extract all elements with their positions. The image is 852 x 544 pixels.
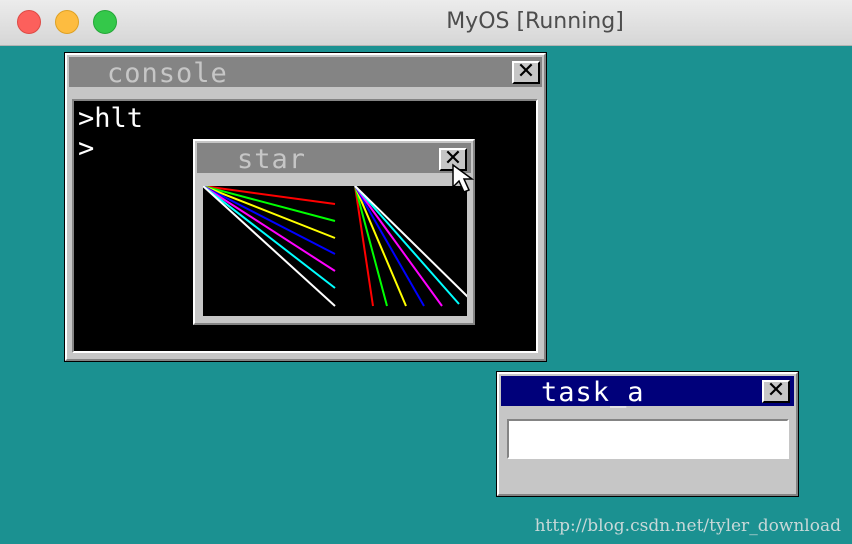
console-line-2: > [78, 133, 95, 164]
task-a-window[interactable]: task_a ✕ [496, 371, 799, 497]
star-title: star [237, 144, 307, 175]
host-window-title: MyOS [Running] [446, 9, 624, 34]
mouse-pointer-icon [452, 163, 475, 193]
star-fan-left-line [203, 186, 336, 255]
star-fan-left-line [203, 186, 336, 239]
console-titlebar[interactable]: console ✕ [69, 57, 542, 89]
watermark-text: http://blog.csdn.net/tyler_download [534, 516, 841, 536]
console-close-button[interactable]: ✕ [512, 61, 540, 84]
star-fan-right-line [354, 186, 425, 307]
star-canvas [203, 186, 467, 316]
console-title: console [107, 58, 228, 89]
task-a-close-button[interactable]: ✕ [762, 380, 790, 403]
star-fan-left-line [203, 186, 336, 272]
host-titlebar: MyOS [Running] [0, 0, 852, 46]
star-titlebar[interactable]: star ✕ [197, 143, 471, 175]
task-a-input[interactable] [507, 419, 789, 459]
star-window[interactable]: star ✕ [192, 138, 476, 326]
star-lines [203, 186, 467, 307]
console-line-1: >hlt [78, 103, 144, 134]
task-a-titlebar[interactable]: task_a ✕ [501, 376, 794, 408]
task-a-title: task_a [541, 377, 645, 408]
